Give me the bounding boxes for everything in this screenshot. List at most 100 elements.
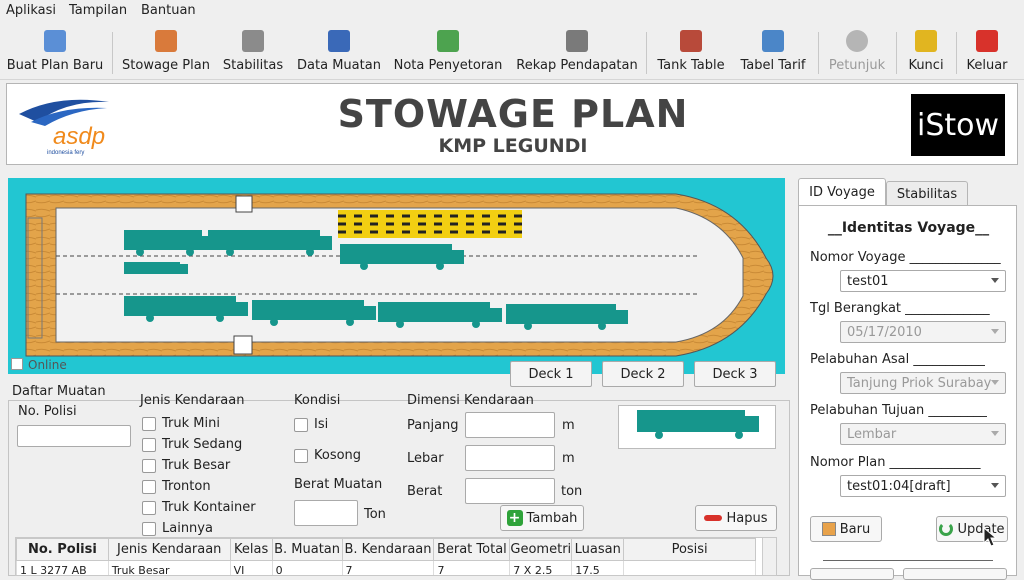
origin-port-select[interactable]: Tanjung Priok Surabay [840,372,1006,394]
help-button[interactable]: Petunjuk [826,22,888,80]
stability-button[interactable]: Stabilitas [222,22,284,80]
menu-bantuan[interactable]: Bantuan [141,3,196,18]
vehicle-type-option: Truk Besar [162,458,231,473]
plate-number-input[interactable] [17,425,131,447]
col-geometry[interactable]: Geometri [509,538,573,561]
new-plan-button[interactable]: Buat Plan Baru [6,22,104,80]
revenue-recap-button[interactable]: Rekap Pendapatan [515,22,639,80]
row-total-weight: 7 [433,560,511,575]
tariff-table-button[interactable]: Tabel Tarif [738,22,808,80]
vehicle-preview [618,405,776,449]
voyage-number-label: Nomor Voyage ______________ [810,250,1001,265]
length-input[interactable] [465,412,555,438]
col-total-weight[interactable]: Berat Total [433,538,511,561]
divider [823,560,993,561]
vehicles-layer [124,230,628,330]
dimension-label: Dimensi Kendaraan [407,393,534,408]
vehicle-type-checkbox[interactable] [142,501,156,515]
menu-bar: Aplikasi Tampilan Bantuan [0,0,1024,22]
truck-vehicle[interactable] [124,296,248,322]
condition-full-checkbox[interactable] [294,418,308,432]
plan-number-select[interactable]: test01:04[draft] [840,475,1006,497]
chevron-down-icon [991,278,999,283]
vehicle-type-checkbox[interactable] [142,438,156,452]
deck-2-button[interactable]: Deck 2 [602,361,684,387]
departure-date-select[interactable]: 05/17/2010 [840,321,1006,343]
tab-stability[interactable]: Stabilitas [886,181,968,206]
new-document-icon [821,522,836,536]
width-label: Lebar [407,451,444,466]
deposit-note-button[interactable]: Nota Penyetoran [393,22,503,80]
weight-input[interactable] [465,478,555,504]
destination-port-select[interactable]: Lembar [840,423,1006,445]
cargo-data-icon [328,30,350,52]
vehicle-type-checkbox[interactable] [142,480,156,494]
tank-table-icon [680,30,702,52]
page-subtitle: KMP LEGUNDI [438,135,588,157]
delete-button[interactable]: Hapus [695,505,777,531]
truck-vehicle[interactable] [378,302,502,328]
col-vehicle-weight[interactable]: B. Kendaraan [341,538,435,561]
vehicle-type-checkbox[interactable] [142,417,156,431]
stowage-plan-button[interactable]: Stowage Plan [122,22,210,80]
exit-button[interactable]: Keluar [962,22,1012,80]
chevron-down-icon [991,483,999,488]
voyage-number-select[interactable]: test01 [840,270,1006,292]
menu-aplikasi[interactable]: Aplikasi [6,3,56,18]
toolbar-separator [896,32,897,74]
col-vehicle-type[interactable]: Jenis Kendaraan [107,538,231,561]
update-button[interactable]: Update [936,516,1008,542]
width-unit: m [562,451,575,466]
stowage-plan-icon [155,30,177,52]
toolbar-separator [112,32,113,74]
stability-icon [242,30,264,52]
tab-id-voyage[interactable]: ID Voyage [798,178,886,206]
vehicle-type-checkbox[interactable] [142,522,156,536]
lock-button[interactable]: Kunci [904,22,948,80]
vehicle-type-option: Truk Kontainer [162,500,256,515]
origin-port-label: Pelabuhan Asal ___________ [810,352,985,367]
cargo-data-button[interactable]: Data Muatan [296,22,382,80]
deposit-note-icon [437,30,459,52]
help-icon [846,30,868,52]
chevron-down-icon [991,431,999,436]
weight-label: Berat [407,484,443,499]
tariff-table-icon [762,30,784,52]
table-scrollbar[interactable] [762,538,776,575]
vehicle-type-option: Truk Sedang [162,437,243,452]
col-class[interactable]: Kelas [229,538,273,561]
cargo-list-title: Daftar Muatan [12,384,106,399]
condition-empty-checkbox[interactable] [294,449,308,463]
panel-button[interactable] [810,568,894,580]
truck-vehicle[interactable] [208,230,332,256]
deck-fixture [233,335,253,355]
col-position[interactable]: Posisi [623,538,756,561]
new-button[interactable]: Baru [810,516,882,542]
header-banner: asdp indonesia fery STOWAGE PLAN KMP LEG… [6,83,1018,165]
menu-tampilan[interactable]: Tampilan [69,3,127,18]
minus-icon [704,515,723,521]
online-checkbox[interactable] [11,358,23,370]
vehicle-type-checkbox[interactable] [142,459,156,473]
row-number: 1 [20,564,27,576]
tank-table-button[interactable]: Tank Table [656,22,726,80]
deck-1-button[interactable]: Deck 1 [510,361,592,387]
add-button[interactable]: + Tambah [500,505,584,531]
cargo-table: No. Polisi Jenis Kendaraan Kelas B. Muat… [15,537,777,576]
cargo-weight-label: Berat Muatan [294,477,383,492]
table-row[interactable]: 1 L 3277 AB Truk Besar VI 0 7 7 7 X 2.5 … [16,560,756,576]
truck-vehicle[interactable] [124,262,188,274]
deck-3-button[interactable]: Deck 3 [694,361,776,387]
width-input[interactable] [465,445,555,471]
truck-vehicle[interactable] [340,244,464,270]
truck-vehicle[interactable] [124,230,212,256]
panel-button[interactable] [903,568,1007,580]
col-area[interactable]: Luasan [571,538,625,561]
col-cargo-weight[interactable]: B. Muatan [271,538,343,561]
deck-fixture [235,195,253,213]
col-plate[interactable]: No. Polisi [16,538,109,561]
cargo-weight-input[interactable] [294,500,358,526]
truck-vehicle[interactable] [252,300,376,326]
cargo-weight-unit: Ton [364,507,386,522]
truck-vehicle[interactable] [506,304,628,330]
